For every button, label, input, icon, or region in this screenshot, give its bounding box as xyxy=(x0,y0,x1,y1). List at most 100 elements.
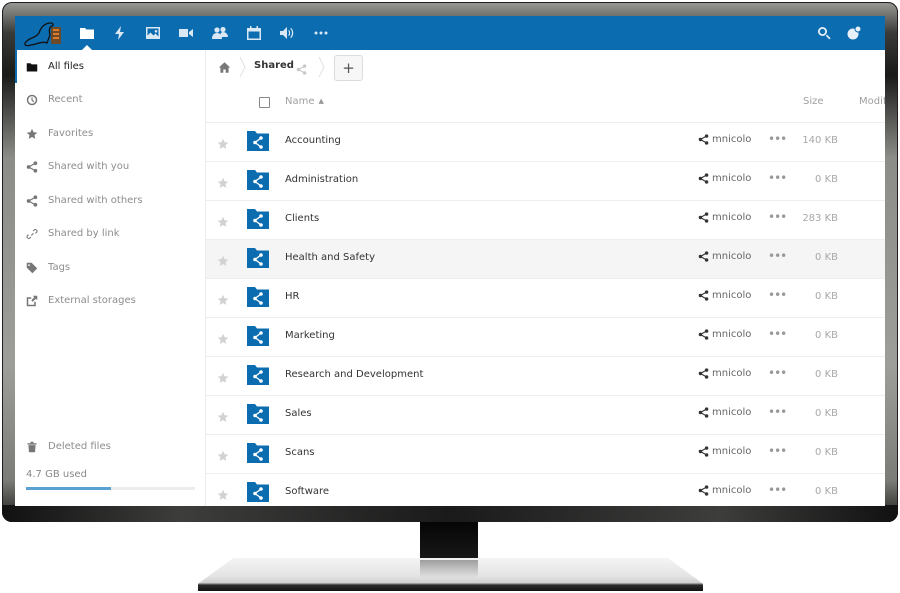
shared-by-owner[interactable]: mnicolo xyxy=(698,173,751,184)
owner-name: mnicolo xyxy=(712,251,752,262)
monitor-chin xyxy=(2,505,898,522)
sort-ascending-icon: ▲ xyxy=(318,97,324,105)
monitor-stand-shadow xyxy=(420,560,478,578)
share-icon xyxy=(698,485,709,496)
favorite-star-icon[interactable] xyxy=(217,291,230,305)
sidebar-item-shared-with-you[interactable]: Shared with you xyxy=(15,150,205,183)
file-name[interactable]: Software xyxy=(285,486,329,497)
logo[interactable] xyxy=(19,17,67,49)
file-row[interactable]: Research and Development mnicolo ••• 0 K… xyxy=(206,357,885,396)
sidebar-item-tags[interactable]: Tags xyxy=(15,251,205,284)
favorite-star-icon[interactable] xyxy=(217,174,230,188)
owner-name: mnicolo xyxy=(712,329,752,340)
file-row[interactable]: Health and Safety mnicolo ••• 0 KB xyxy=(206,240,885,279)
app-gallery-image-icon[interactable] xyxy=(144,24,162,42)
top-bar xyxy=(15,16,885,51)
sidebar-item-shared-with-others[interactable]: Shared with others xyxy=(15,184,205,217)
file-name[interactable]: Clients xyxy=(285,213,319,224)
shared-by-owner[interactable]: mnicolo xyxy=(698,290,751,301)
more-actions-button[interactable]: ••• xyxy=(768,210,787,224)
file-size: 0 KB xyxy=(815,330,838,341)
shared-by-owner[interactable]: mnicolo xyxy=(698,368,751,379)
shared-by-owner[interactable]: mnicolo xyxy=(698,251,751,262)
file-row[interactable]: HR mnicolo ••• 0 KB xyxy=(206,279,885,318)
more-actions-button[interactable]: ••• xyxy=(768,327,787,341)
more-actions-button[interactable]: ••• xyxy=(768,171,787,185)
column-header-size[interactable]: Size xyxy=(803,96,824,107)
shared-by-owner[interactable]: mnicolo xyxy=(698,446,751,457)
sidebar-item-external-storages[interactable]: External storages xyxy=(15,284,205,317)
more-actions-button[interactable]: ••• xyxy=(768,366,787,380)
share-icon xyxy=(698,173,709,184)
breadcrumb-separator xyxy=(239,56,246,78)
more-actions-button[interactable]: ••• xyxy=(768,405,787,419)
favorite-star-icon[interactable] xyxy=(217,330,230,344)
app-files-folder-icon[interactable] xyxy=(78,24,96,42)
breadcrumb-current[interactable]: Shared xyxy=(254,60,294,71)
link-icon xyxy=(25,227,39,241)
favorite-star-icon[interactable] xyxy=(217,486,230,500)
file-name[interactable]: HR xyxy=(285,291,299,302)
app-video-camera-icon[interactable] xyxy=(177,24,195,42)
sidebar-item-shared-by-link[interactable]: Shared by link xyxy=(15,217,205,250)
sidebar-item-label: All files xyxy=(48,61,85,72)
app-audio-speaker-icon[interactable] xyxy=(278,24,296,42)
favorite-star-icon[interactable] xyxy=(217,369,230,383)
share-icon xyxy=(698,407,709,418)
file-name[interactable]: Administration xyxy=(285,174,358,185)
sidebar-item-deleted-files[interactable]: Deleted files xyxy=(15,430,205,463)
file-name[interactable]: Research and Development xyxy=(285,369,423,380)
search-icon[interactable] xyxy=(816,25,832,41)
file-row[interactable]: Software mnicolo ••• 0 KB xyxy=(206,474,885,506)
shared-by-owner[interactable]: mnicolo xyxy=(698,212,751,223)
shared-by-owner[interactable]: mnicolo xyxy=(698,485,751,496)
file-row[interactable]: Sales mnicolo ••• 0 KB xyxy=(206,396,885,435)
sidebar: All files Recent Favorites Shared with y… xyxy=(15,50,206,506)
user-avatar-icon[interactable] xyxy=(846,25,862,41)
file-row[interactable]: Scans mnicolo ••• 0 KB xyxy=(206,435,885,474)
owner-name: mnicolo xyxy=(712,407,752,418)
app-more-apps-icon[interactable] xyxy=(312,24,330,42)
file-name[interactable]: Accounting xyxy=(285,135,341,146)
clock-icon xyxy=(25,93,39,107)
breadcrumb-home-icon[interactable] xyxy=(218,59,232,73)
file-name[interactable]: Marketing xyxy=(285,330,335,341)
favorite-star-icon[interactable] xyxy=(217,135,230,149)
more-actions-button[interactable]: ••• xyxy=(768,483,787,497)
shared-folder-icon xyxy=(246,403,270,425)
file-row[interactable]: Administration mnicolo ••• 0 KB xyxy=(206,162,885,201)
sidebar-item-favorites[interactable]: Favorites xyxy=(15,117,205,150)
file-name[interactable]: Health and Safety xyxy=(285,252,375,263)
file-list-area: Shared + Name ▲ Size Modif Accounting mn… xyxy=(206,50,885,506)
file-name[interactable]: Scans xyxy=(285,447,315,458)
file-name[interactable]: Sales xyxy=(285,408,312,419)
more-actions-button[interactable]: ••• xyxy=(768,288,787,302)
more-actions-button[interactable]: ••• xyxy=(768,249,787,263)
app-contacts-icon[interactable] xyxy=(211,24,229,42)
shared-by-owner[interactable]: mnicolo xyxy=(698,407,751,418)
shared-by-owner[interactable]: mnicolo xyxy=(698,329,751,340)
favorite-star-icon[interactable] xyxy=(217,447,230,461)
select-all-checkbox[interactable] xyxy=(259,97,270,108)
more-actions-button[interactable]: ••• xyxy=(768,444,787,458)
breadcrumb-share-icon[interactable] xyxy=(296,60,308,75)
favorite-star-icon[interactable] xyxy=(217,213,230,227)
share-icon xyxy=(698,134,709,145)
more-actions-button[interactable]: ••• xyxy=(768,132,787,146)
new-file-button[interactable]: + xyxy=(334,55,363,81)
file-row[interactable]: Marketing mnicolo ••• 0 KB xyxy=(206,318,885,357)
sidebar-item-recent[interactable]: Recent xyxy=(15,83,205,116)
column-header-modified[interactable]: Modif xyxy=(859,96,885,107)
app-activity-lightning-icon[interactable] xyxy=(111,24,129,42)
favorite-star-icon[interactable] xyxy=(217,408,230,422)
folder-icon xyxy=(25,60,39,74)
app-calendar-icon[interactable] xyxy=(245,24,263,42)
shared-by-owner[interactable]: mnicolo xyxy=(698,134,751,145)
file-row[interactable]: Accounting mnicolo ••• 140 KB xyxy=(206,123,885,162)
file-row[interactable]: Clients mnicolo ••• 283 KB xyxy=(206,201,885,240)
favorite-star-icon[interactable] xyxy=(217,252,230,266)
column-header-name[interactable]: Name ▲ xyxy=(285,96,324,107)
external-storage-icon xyxy=(25,294,39,308)
column-name-label: Name xyxy=(285,96,315,107)
sidebar-item-all-files[interactable]: All files xyxy=(15,50,205,83)
